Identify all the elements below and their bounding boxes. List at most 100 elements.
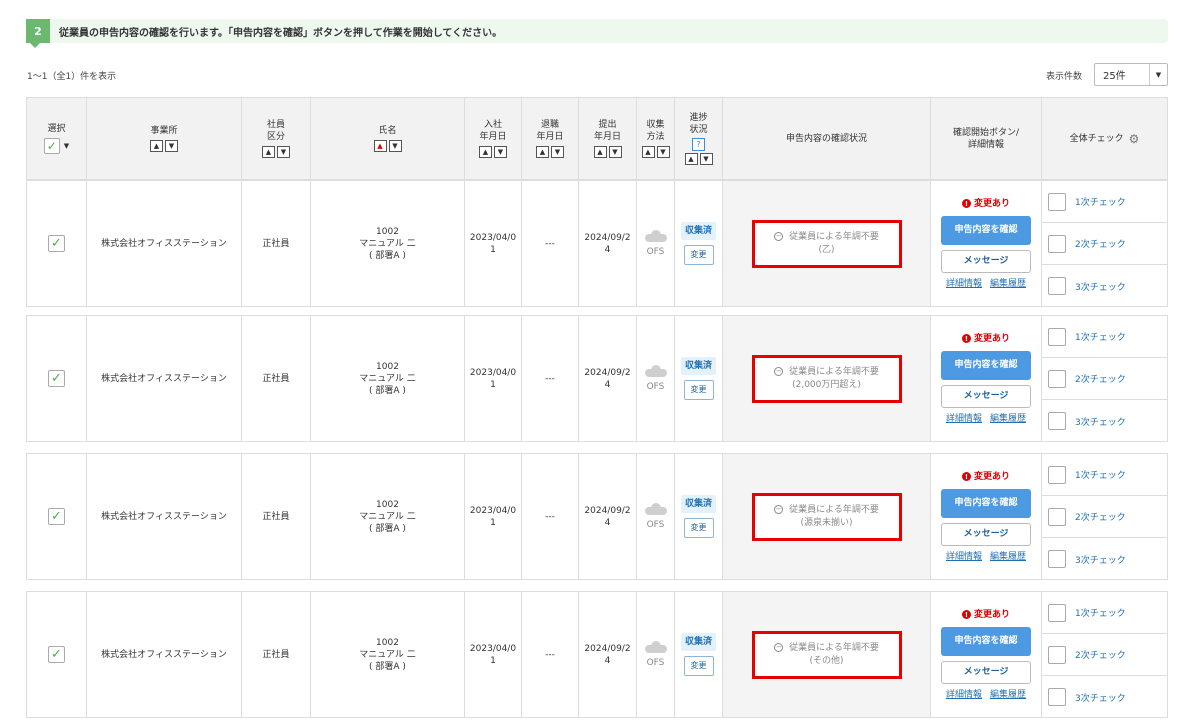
help-icon[interactable]: ?	[692, 138, 705, 151]
detail-link[interactable]: 詳細情報	[946, 551, 982, 563]
status-sub: (源泉未揃い)	[800, 517, 853, 528]
alert-icon: !	[961, 472, 971, 481]
emp-number: 1002	[376, 226, 399, 237]
header-leave-line2: 年月日	[536, 132, 564, 142]
check-2-label[interactable]: 2次チェック	[1075, 648, 1126, 661]
row-checkbox[interactable]: ✓	[48, 235, 65, 252]
sort-asc-icon[interactable]: ▲	[536, 146, 549, 158]
caret-down-icon[interactable]: ▼	[64, 140, 69, 152]
minus-circle-icon: −	[774, 504, 784, 514]
check-2-checkbox[interactable]	[1048, 645, 1066, 664]
message-button[interactable]: メッセージ	[941, 384, 1031, 408]
check-3-label[interactable]: 3次チェック	[1075, 415, 1126, 428]
check-1-checkbox[interactable]	[1048, 192, 1066, 211]
confirm-declaration-button[interactable]: 申告内容を確認	[941, 626, 1031, 656]
history-link[interactable]: 編集履歴	[990, 551, 1026, 563]
check-1-label[interactable]: 1次チェック	[1075, 606, 1126, 619]
row-checkbox[interactable]: ✓	[48, 508, 65, 525]
change-button[interactable]: 変更	[683, 380, 714, 400]
check-1-checkbox[interactable]	[1048, 327, 1066, 346]
check-3-checkbox[interactable]	[1048, 412, 1066, 430]
leave-date-cell: ---	[522, 454, 579, 579]
header-progress: 進捗 状況 ? ▲ ▼	[675, 98, 723, 179]
sort-desc-icon[interactable]: ▼	[551, 146, 564, 158]
emp-dept: ( 部署A )	[369, 661, 406, 672]
header-leave-date: 退職 年月日 ▲ ▼	[522, 98, 579, 179]
emp-type: 正社員	[262, 373, 290, 384]
detail-link[interactable]: 詳細情報	[946, 278, 982, 290]
check-2-checkbox[interactable]	[1048, 369, 1066, 388]
message-button[interactable]: メッセージ	[941, 249, 1031, 273]
progress-cell: 収集済 変更	[675, 592, 723, 717]
status-highlight: − 従業員による年調不要 (2,000万円超え)	[751, 354, 902, 403]
sort-asc-icon[interactable]: ▲	[479, 146, 492, 158]
check-1-checkbox[interactable]	[1048, 603, 1066, 622]
status-highlight: − 従業員による年調不要 (その他)	[751, 630, 902, 679]
select-all-checkbox[interactable]: ✓	[43, 138, 60, 154]
change-button[interactable]: 変更	[683, 245, 714, 265]
check-1-label[interactable]: 1次チェック	[1075, 195, 1126, 208]
changed-indicator: ! 変更あり	[961, 333, 1010, 345]
row-checkbox[interactable]: ✓	[48, 646, 65, 663]
header-emp-type: 社員 区分 ▲ ▼	[242, 98, 311, 179]
cloud-icon	[644, 502, 667, 515]
message-button[interactable]: メッセージ	[941, 660, 1031, 684]
checks-cell: 1次チェック 2次チェック 3次チェック	[1042, 454, 1168, 579]
sort-desc-icon[interactable]: ▼	[388, 140, 402, 152]
collect-method: OFS	[646, 381, 665, 392]
change-button[interactable]: 変更	[683, 518, 714, 538]
history-link[interactable]: 編集履歴	[990, 689, 1026, 701]
header-emp-type-line2: 区分	[266, 132, 285, 142]
confirm-declaration-button[interactable]: 申告内容を確認	[941, 215, 1031, 245]
sort-desc-icon[interactable]: ▼	[277, 146, 290, 158]
gear-icon[interactable]: ⚙	[1129, 133, 1140, 145]
sort-asc-icon[interactable]: ▲	[150, 140, 163, 152]
message-button[interactable]: メッセージ	[941, 522, 1031, 546]
check-2-checkbox[interactable]	[1048, 234, 1066, 253]
sort-desc-icon[interactable]: ▼	[656, 146, 670, 158]
check-1-label[interactable]: 1次チェック	[1075, 468, 1126, 481]
check-3-checkbox[interactable]	[1048, 688, 1066, 706]
changed-indicator: ! 変更あり	[961, 471, 1010, 483]
check-2-label[interactable]: 2次チェック	[1075, 510, 1126, 523]
check-row-3: 3次チェック	[1042, 538, 1168, 580]
sort-desc-icon[interactable]: ▼	[165, 140, 178, 152]
check-2-label[interactable]: 2次チェック	[1075, 372, 1126, 385]
detail-link[interactable]: 詳細情報	[946, 689, 982, 701]
check-3-checkbox[interactable]	[1048, 550, 1066, 568]
submit-date-line2: 4	[604, 379, 611, 390]
detail-link[interactable]: 詳細情報	[946, 413, 982, 425]
check-1-checkbox[interactable]	[1048, 465, 1066, 484]
change-button[interactable]: 変更	[683, 656, 714, 676]
check-row-3: 3次チェック	[1042, 400, 1168, 442]
per-page-select[interactable]: 25件 ▼	[1094, 63, 1168, 86]
emp-dept: ( 部署A )	[369, 250, 406, 261]
sort-desc-icon[interactable]: ▼	[699, 153, 713, 165]
check-3-label[interactable]: 3次チェック	[1075, 691, 1126, 704]
submit-date-line2: 4	[604, 655, 611, 666]
sort-asc-icon[interactable]: ▲	[262, 146, 275, 158]
check-2-checkbox[interactable]	[1048, 507, 1066, 526]
check-row-2: 2次チェック	[1042, 634, 1168, 676]
confirm-declaration-button[interactable]: 申告内容を確認	[941, 488, 1031, 518]
checks-cell: 1次チェック 2次チェック 3次チェック	[1042, 592, 1168, 717]
alert-icon: !	[961, 610, 971, 619]
history-link[interactable]: 編集履歴	[990, 413, 1026, 425]
sort-asc-icon[interactable]: ▲	[373, 140, 387, 152]
sort-asc-icon[interactable]: ▲	[593, 146, 607, 158]
sort-desc-icon[interactable]: ▼	[608, 146, 622, 158]
check-3-label[interactable]: 3次チェック	[1075, 553, 1126, 566]
sort-asc-icon[interactable]: ▲	[641, 146, 655, 158]
sort-asc-icon[interactable]: ▲	[684, 153, 698, 165]
confirm-declaration-button[interactable]: 申告内容を確認	[941, 350, 1031, 380]
submit-date-line2: 4	[604, 244, 611, 255]
check-3-checkbox[interactable]	[1048, 277, 1066, 295]
changed-label: 変更あり	[973, 471, 1010, 482]
check-2-label[interactable]: 2次チェック	[1075, 237, 1126, 250]
history-link[interactable]: 編集履歴	[990, 278, 1026, 290]
sort-desc-icon[interactable]: ▼	[494, 146, 507, 158]
emp-number: 1002	[376, 499, 399, 510]
check-1-label[interactable]: 1次チェック	[1075, 330, 1126, 343]
row-checkbox[interactable]: ✓	[48, 370, 65, 387]
check-3-label[interactable]: 3次チェック	[1075, 280, 1126, 293]
